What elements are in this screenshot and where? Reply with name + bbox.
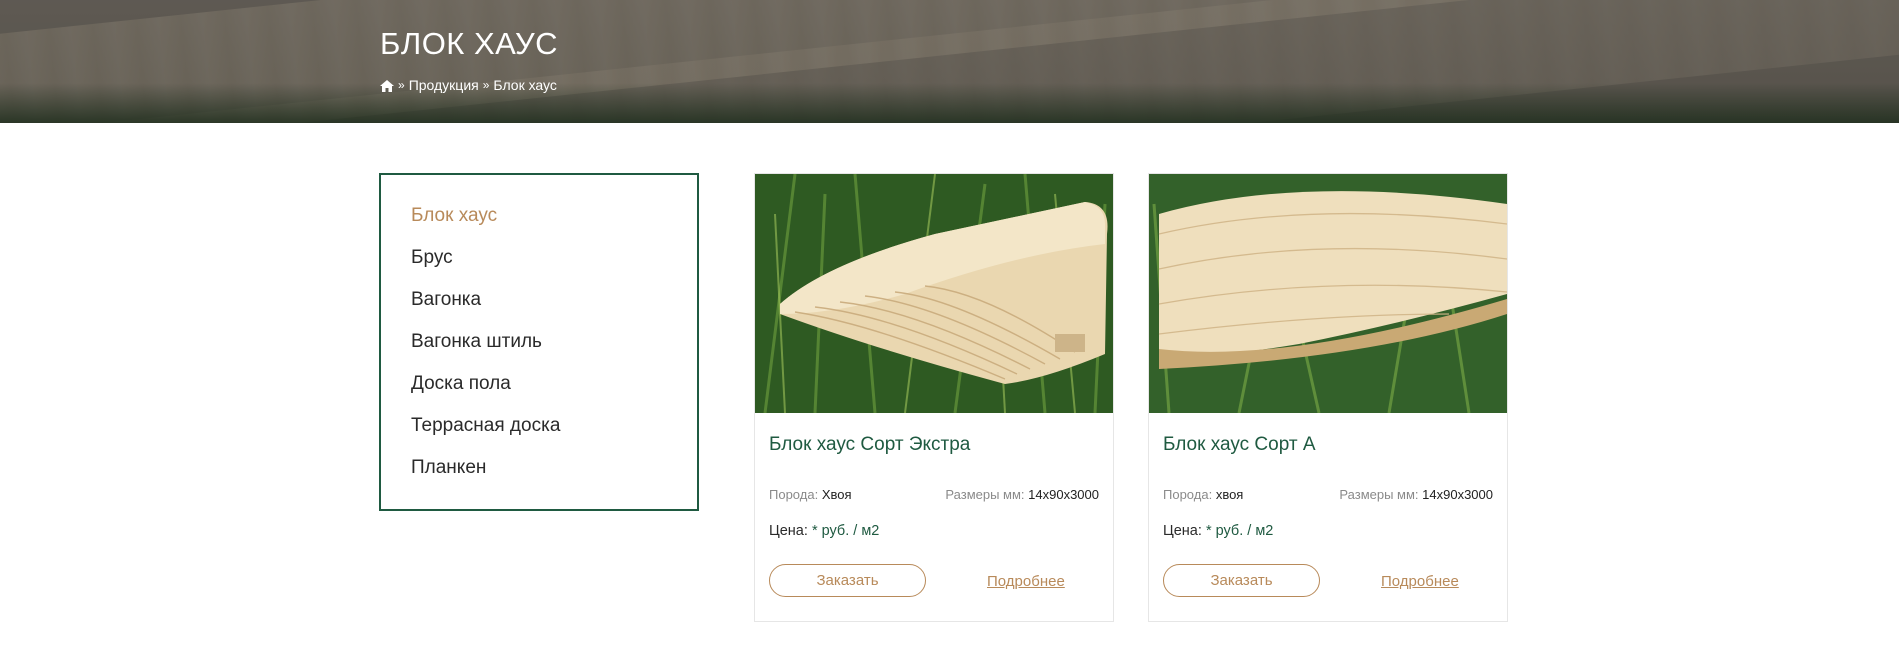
- size-spec: Размеры мм: 14x90x3000: [1339, 487, 1493, 502]
- size-value: 14x90x3000: [1422, 487, 1493, 502]
- price-value: * руб. / м2: [1205, 523, 1274, 539]
- sidebar-item-terrace-board[interactable]: Террасная доска: [411, 415, 697, 457]
- size-label: Размеры мм:: [945, 487, 1025, 502]
- price-label: Цена:: [1163, 523, 1202, 539]
- product-name[interactable]: Блок хаус Сорт А: [1163, 434, 1316, 456]
- category-sidebar: Блок хаус Брус Вагонка Вагонка штиль Дос…: [379, 173, 699, 511]
- order-button[interactable]: Заказать: [1163, 564, 1320, 597]
- details-link[interactable]: Подробнее: [987, 573, 1065, 590]
- product-name[interactable]: Блок хаус Сорт Экстра: [769, 434, 970, 456]
- sidebar-item-lining-shtil[interactable]: Вагонка штиль: [411, 331, 697, 373]
- details-link[interactable]: Подробнее: [1381, 573, 1459, 590]
- breadcrumb-current: Блок хаус: [493, 77, 557, 93]
- sidebar-item-block-house[interactable]: Блок хаус: [411, 205, 697, 247]
- species-spec: Порода: Хвоя: [769, 487, 852, 502]
- price-value: * руб. / м2: [811, 523, 880, 539]
- product-card: Блок хаус Сорт А Порода: хвоя Размеры мм…: [1148, 173, 1508, 622]
- species-spec: Порода: хвоя: [1163, 487, 1243, 502]
- breadcrumb: » Продукция » Блок хаус: [380, 77, 557, 93]
- hero-overlay: [0, 0, 1899, 123]
- sidebar-item-planken[interactable]: Планкен: [411, 457, 697, 499]
- price-label: Цена:: [769, 523, 808, 539]
- product-image[interactable]: [1149, 174, 1507, 413]
- size-label: Размеры мм:: [1339, 487, 1419, 502]
- species-label: Порода:: [1163, 487, 1213, 502]
- product-card: Блок хаус Сорт Экстра Порода: Хвоя Разме…: [754, 173, 1114, 622]
- sidebar-item-floor-board[interactable]: Доска пола: [411, 373, 697, 415]
- hero-banner: БЛОК ХАУС » Продукция » Блок хаус: [0, 0, 1899, 123]
- size-spec: Размеры мм: 14x90x3000: [945, 487, 1099, 502]
- breadcrumb-separator: »: [398, 78, 405, 92]
- species-label: Порода:: [769, 487, 819, 502]
- product-price: Цена: * руб. / м2: [769, 523, 879, 539]
- species-value: хвоя: [1215, 487, 1244, 502]
- species-value: Хвоя: [821, 487, 852, 502]
- breadcrumb-separator: »: [482, 78, 490, 92]
- product-specs: Порода: хвоя Размеры мм: 14x90x3000: [1163, 487, 1493, 502]
- order-button[interactable]: Заказать: [769, 564, 926, 597]
- breadcrumb-products[interactable]: Продукция: [409, 77, 479, 93]
- page-title: БЛОК ХАУС: [380, 26, 559, 61]
- product-image[interactable]: [755, 174, 1113, 413]
- sidebar-item-lining[interactable]: Вагонка: [411, 289, 697, 331]
- product-specs: Порода: Хвоя Размеры мм: 14x90x3000: [769, 487, 1099, 502]
- sidebar-item-timber[interactable]: Брус: [411, 247, 697, 289]
- home-icon[interactable]: [380, 79, 394, 92]
- product-price: Цена: * руб. / м2: [1163, 523, 1273, 539]
- size-value: 14x90x3000: [1028, 487, 1099, 502]
